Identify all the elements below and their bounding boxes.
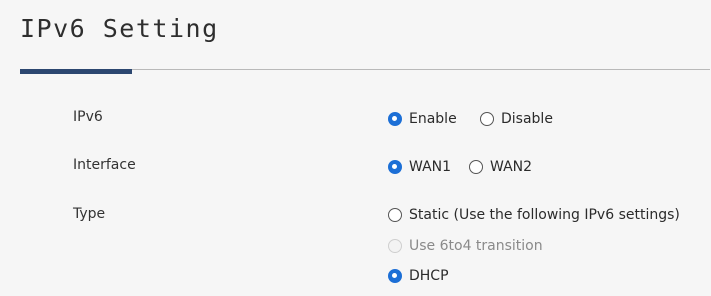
- type-dhcp-label: DHCP: [409, 268, 449, 284]
- interface-wan2-radio[interactable]: [469, 160, 483, 174]
- type-static-radio[interactable]: [388, 208, 402, 222]
- interface-wan2-option[interactable]: WAN2: [469, 159, 532, 175]
- ipv6-enable-option[interactable]: Enable: [388, 111, 457, 127]
- interface-wan1-radio[interactable]: [388, 160, 402, 174]
- ipv6-enable-radio[interactable]: [388, 112, 402, 126]
- type-dhcp-option[interactable]: DHCP: [388, 268, 449, 284]
- ipv6-label: IPv6: [73, 109, 103, 125]
- interface-wan1-label: WAN1: [409, 159, 452, 175]
- title-accent-bar: [20, 69, 132, 74]
- page-title: IPv6 Setting: [20, 14, 219, 43]
- interface-label: Interface: [73, 157, 136, 173]
- type-6to4-radio: [388, 239, 402, 253]
- ipv6-enable-label: Enable: [409, 111, 457, 127]
- interface-wan1-option[interactable]: WAN1: [388, 159, 451, 175]
- ipv6-disable-option[interactable]: Disable: [480, 111, 553, 127]
- type-static-label: Static (Use the following IPv6 settings): [409, 207, 680, 223]
- type-6to4-label: Use 6to4 transition: [409, 238, 543, 254]
- type-static-option[interactable]: Static (Use the following IPv6 settings): [388, 207, 680, 223]
- interface-wan2-label: WAN2: [490, 159, 533, 175]
- type-dhcp-radio[interactable]: [388, 269, 402, 283]
- ipv6-disable-label: Disable: [501, 111, 553, 127]
- type-6to4-option: Use 6to4 transition: [388, 238, 543, 254]
- type-label: Type: [73, 206, 106, 222]
- ipv6-disable-radio[interactable]: [480, 112, 494, 126]
